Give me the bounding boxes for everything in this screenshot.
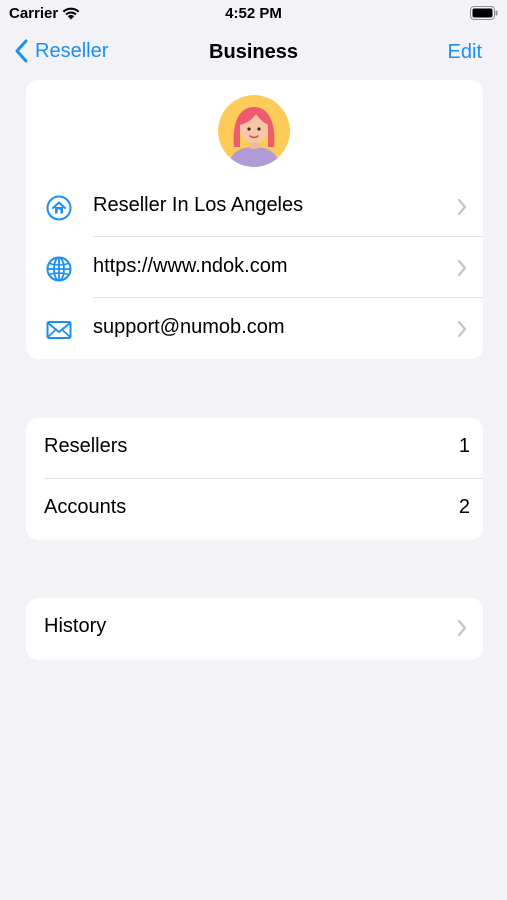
avatar[interactable] — [218, 95, 290, 167]
profile-card: Reseller In Los Angeles https://www.ndok… — [26, 80, 483, 359]
resellers-row[interactable]: Resellers 1 — [26, 418, 483, 479]
back-button[interactable]: Reseller — [14, 39, 108, 63]
edit-button[interactable]: Edit — [448, 41, 482, 64]
status-bar: Carrier 4:52 PM — [0, 0, 507, 28]
accounts-row[interactable]: Accounts 2 — [26, 479, 483, 540]
row-divider — [93, 236, 483, 237]
address-row[interactable]: Reseller In Los Angeles — [26, 177, 483, 238]
resellers-count: 1 — [458, 435, 470, 457]
home-icon — [46, 195, 72, 221]
history-row[interactable]: History — [26, 598, 483, 659]
status-time: 4:52 PM — [225, 5, 282, 22]
website-label: https://www.ndok.com — [93, 255, 288, 277]
battery-icon — [470, 6, 498, 20]
resellers-label: Resellers — [44, 435, 128, 457]
accounts-label: Accounts — [44, 496, 127, 518]
globe-icon — [46, 256, 72, 282]
chevron-right-icon — [457, 198, 467, 216]
screen: Carrier 4:52 PM Reseller Business Edit R… — [0, 0, 507, 900]
back-button-label: Reseller — [35, 39, 109, 62]
address-label: Reseller In Los Angeles — [93, 194, 304, 216]
chevron-right-icon — [457, 619, 467, 637]
email-row[interactable]: support@numob.com — [26, 299, 483, 359]
row-divider — [93, 297, 483, 298]
website-row[interactable]: https://www.ndok.com — [26, 238, 483, 299]
history-label: History — [44, 615, 107, 637]
chevron-right-icon — [457, 259, 467, 277]
avatar-image — [218, 95, 290, 167]
chevron-right-icon — [457, 320, 467, 338]
mail-icon — [46, 321, 72, 339]
email-label: support@numob.com — [93, 316, 285, 338]
chevron-left-icon — [15, 39, 28, 63]
history-card: History — [26, 598, 483, 660]
accounts-count: 2 — [458, 496, 470, 518]
stats-card: Resellers 1 Accounts 2 — [26, 418, 483, 540]
navigation-bar: Reseller Business Edit — [0, 30, 507, 74]
